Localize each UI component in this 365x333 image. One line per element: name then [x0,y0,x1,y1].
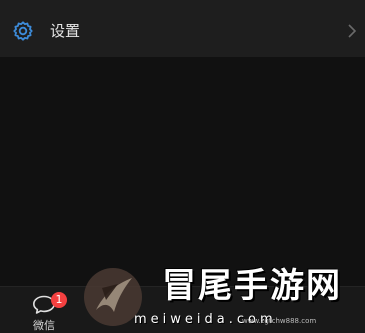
settings-row[interactable]: 设置 [0,6,365,57]
chevron-right-icon [348,24,357,38]
gear-icon [13,21,33,41]
settings-label: 设置 [50,22,81,40]
unread-badge: 1 [51,292,67,308]
watermark-url: www.zgtchw888.com [242,317,317,325]
watermark: 冒尾手游网 meiweida.com www.zgtchw888.com [82,264,365,333]
tab-wechat-label: 微信 [33,319,55,332]
content-area [0,57,365,286]
tab-wechat[interactable]: 1 微信 [22,291,67,333]
watermark-title: 冒尾手游网 [162,266,342,306]
